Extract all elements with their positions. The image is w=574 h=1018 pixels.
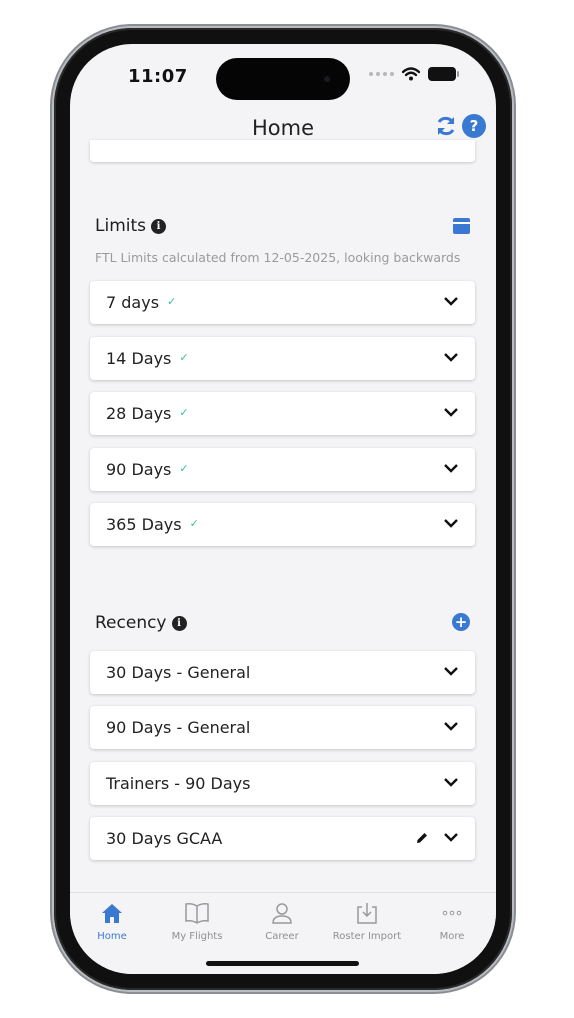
tab-my-flights[interactable]: My Flights: [157, 899, 237, 942]
chevron-down-icon[interactable]: [443, 720, 459, 732]
check-icon: ✓: [167, 294, 177, 308]
check-icon: ✓: [179, 405, 189, 419]
chevron-down-icon[interactable]: [443, 665, 459, 677]
tab-label: Roster Import: [332, 931, 402, 942]
limit-item-14-days[interactable]: 14 Days ✓: [90, 337, 475, 380]
calendar-icon[interactable]: [453, 218, 470, 234]
recency-item-30-days-gcaa[interactable]: 30 Days GCAA: [90, 817, 475, 860]
tab-label: Home: [97, 931, 127, 942]
tab-roster-import[interactable]: Roster Import: [327, 899, 407, 942]
dynamic-island: [216, 58, 350, 100]
limit-item-365-days[interactable]: 365 Days ✓: [90, 503, 475, 546]
pencil-icon[interactable]: [415, 831, 429, 845]
chevron-down-icon[interactable]: [443, 351, 459, 363]
chevron-down-icon[interactable]: [443, 517, 459, 529]
refresh-icon[interactable]: [434, 114, 458, 138]
recency-title: Recency: [95, 613, 167, 633]
recency-item-label: 30 Days GCAA: [106, 829, 223, 848]
add-icon[interactable]: +: [452, 613, 470, 631]
check-icon: ✓: [179, 461, 189, 475]
limit-item-label: 14 Days: [106, 349, 172, 368]
previous-card[interactable]: [90, 140, 475, 162]
limit-item-7-days[interactable]: 7 days ✓: [90, 281, 475, 324]
limit-item-label: 28 Days: [106, 404, 172, 423]
limits-subtitle: FTL Limits calculated from 12-05-2025, l…: [95, 250, 461, 265]
check-icon: ✓: [179, 350, 189, 364]
person-icon: [272, 903, 292, 924]
limit-item-label: 7 days: [106, 293, 160, 312]
battery-icon: [428, 67, 459, 81]
chevron-down-icon[interactable]: [443, 831, 459, 843]
limits-title: Limits: [95, 216, 146, 236]
chevron-down-icon[interactable]: [443, 776, 459, 788]
recency-heading: Recency i: [95, 613, 187, 633]
limits-heading: Limits i: [95, 216, 166, 236]
limit-item-label: 365 Days: [106, 515, 182, 534]
recency-item-30-days-general[interactable]: 30 Days - General: [90, 651, 475, 694]
signal-icon: [369, 72, 394, 76]
tab-label: More: [439, 931, 465, 942]
home-icon: [102, 904, 122, 923]
recency-item-trainers-90-days[interactable]: Trainers - 90 Days: [90, 762, 475, 805]
chevron-down-icon[interactable]: [443, 406, 459, 418]
power-button: [512, 332, 516, 440]
check-icon: ✓: [189, 516, 199, 530]
page-title: Home: [251, 116, 314, 140]
app-screen: 11:07 Home ? Limits i FTL Limits calcula…: [70, 44, 496, 974]
tab-label: My Flights: [171, 931, 223, 942]
help-icon[interactable]: ?: [462, 114, 486, 138]
status-icons: [369, 67, 459, 81]
tab-more[interactable]: More: [412, 899, 492, 942]
chevron-down-icon[interactable]: [443, 295, 459, 307]
book-icon: [185, 903, 209, 924]
download-icon: [357, 903, 377, 924]
info-icon[interactable]: i: [151, 218, 166, 234]
limit-item-28-days[interactable]: 28 Days ✓: [90, 392, 475, 435]
info-icon[interactable]: i: [171, 615, 187, 631]
more-icon: [442, 910, 462, 916]
tab-label: Career: [265, 931, 299, 942]
recency-item-label: 90 Days - General: [106, 718, 251, 737]
status-time: 11:07: [128, 66, 188, 87]
wifi-icon: [402, 67, 420, 81]
limit-item-90-days[interactable]: 90 Days ✓: [90, 448, 475, 491]
recency-item-label: 30 Days - General: [106, 663, 251, 682]
recency-item-90-days-general[interactable]: 90 Days - General: [90, 706, 475, 749]
recency-item-label: Trainers - 90 Days: [106, 774, 251, 793]
tab-career[interactable]: Career: [242, 899, 322, 942]
home-indicator[interactable]: [206, 961, 359, 966]
tab-home[interactable]: Home: [72, 899, 152, 942]
chevron-down-icon[interactable]: [443, 462, 459, 474]
limit-item-label: 90 Days: [106, 460, 172, 479]
